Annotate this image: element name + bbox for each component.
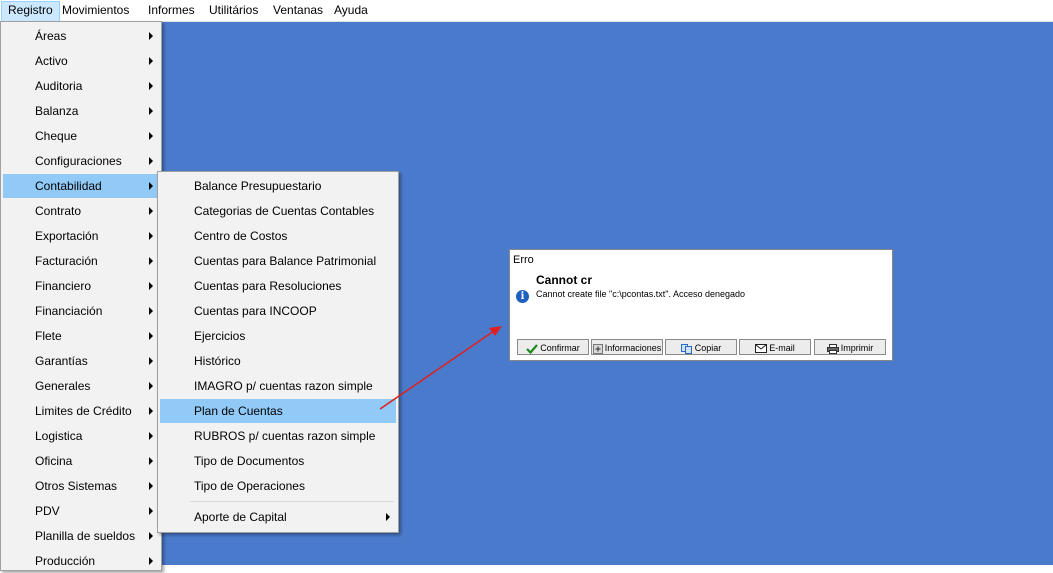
annotation-arrow — [379, 326, 502, 410]
annotation-arrow-head — [489, 326, 502, 336]
annotation-arrow-line — [379, 330, 495, 410]
